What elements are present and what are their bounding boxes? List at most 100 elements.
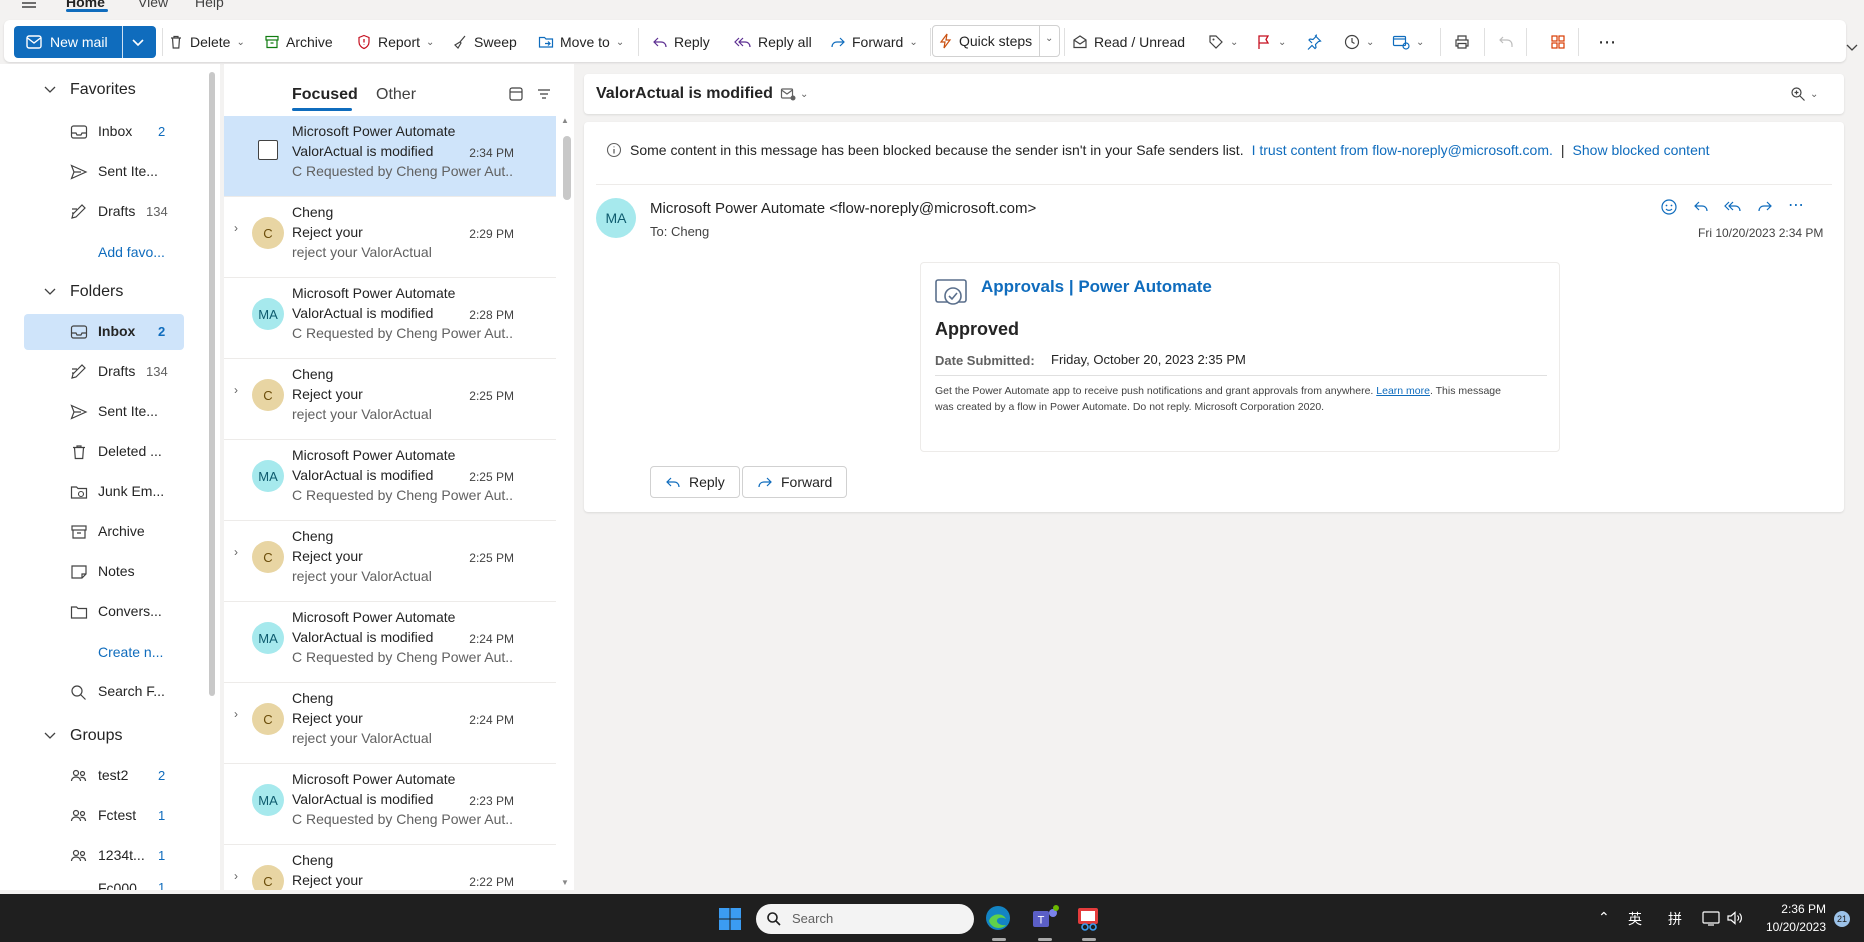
ime-english-indicator[interactable]: 英 xyxy=(1628,909,1642,929)
chevron-down-icon[interactable]: ⌄ xyxy=(1416,37,1424,48)
ribbon-collapse-icon[interactable] xyxy=(1846,42,1858,52)
tab-other[interactable]: Other xyxy=(376,86,416,104)
reply-all-icon[interactable] xyxy=(1724,198,1742,216)
pin-button[interactable] xyxy=(1306,26,1322,58)
folder-junk[interactable]: Junk Em... xyxy=(24,474,184,510)
forward-button[interactable]: Forward ⌄ xyxy=(830,26,918,58)
windows-start-icon[interactable] xyxy=(718,907,742,931)
more-actions-icon[interactable]: ⋯ xyxy=(1788,198,1804,216)
snipping-tool-icon[interactable] xyxy=(1076,904,1102,932)
folder-notes[interactable]: Notes xyxy=(24,554,184,590)
group-test2[interactable]: test2 2 xyxy=(24,758,184,794)
folder-conversation-history[interactable]: Convers... xyxy=(24,594,184,630)
scroll-up-icon[interactable]: ▲ xyxy=(561,116,569,125)
archive-button[interactable]: Archive xyxy=(264,26,333,58)
sweep-button[interactable]: Sweep xyxy=(452,26,517,58)
tab-view[interactable]: View xyxy=(138,0,168,10)
message-row[interactable]: C › Cheng Reject your 2:25 PM reject your Val… xyxy=(224,521,556,602)
chevron-down-icon[interactable]: ⌄ xyxy=(616,37,624,48)
folder-drafts[interactable]: Drafts 134 xyxy=(24,354,184,390)
message-row[interactable]: MA Microsoft Power Automate ValorActual is… xyxy=(224,278,556,359)
sender-name[interactable]: Microsoft Power Automate <flow-noreply@m… xyxy=(650,200,1036,217)
show-blocked-content-link[interactable]: Show blocked content xyxy=(1573,142,1710,158)
clock-date[interactable]: 10/20/2023 xyxy=(1760,920,1826,934)
reply-all-button[interactable]: Reply all xyxy=(734,26,812,58)
apps-button[interactable] xyxy=(1550,26,1566,58)
print-button[interactable] xyxy=(1454,26,1470,58)
add-favorite-link[interactable]: Add favo... xyxy=(98,244,165,260)
chevron-down-icon[interactable] xyxy=(44,730,56,740)
favorite-inbox[interactable]: Inbox 2 xyxy=(24,114,184,150)
message-list-scrollbar-track[interactable]: ▲ ▼ xyxy=(558,116,574,890)
learn-more-link[interactable]: Learn more xyxy=(1376,385,1430,397)
chevron-down-icon[interactable] xyxy=(44,84,56,94)
zoom-button[interactable]: ⌄ xyxy=(1790,86,1818,102)
teams-icon[interactable]: T xyxy=(1030,904,1060,932)
sender-avatar[interactable]: MA xyxy=(596,198,636,238)
more-options-icon[interactable]: ⋯ xyxy=(1598,26,1616,58)
group-1234t[interactable]: 1234t... 1 xyxy=(24,838,184,874)
delete-button[interactable]: Delete ⌄ xyxy=(168,26,245,58)
new-mail-button[interactable]: New mail xyxy=(14,26,156,58)
groups-header[interactable]: Groups xyxy=(70,727,122,745)
move-to-button[interactable]: Move to ⌄ xyxy=(538,26,624,58)
message-row[interactable]: MA Microsoft Power Automate ValorActual is… xyxy=(224,602,556,683)
create-folder-link[interactable]: Create n... xyxy=(98,644,163,660)
folder-inbox[interactable]: Inbox 2 xyxy=(24,314,184,350)
chevron-right-icon[interactable]: › xyxy=(234,383,238,397)
group-fc000[interactable]: Fc000... 1 xyxy=(24,878,184,890)
chevron-right-icon[interactable]: › xyxy=(234,869,238,883)
hamburger-menu-icon[interactable] xyxy=(20,0,38,12)
group-fctest[interactable]: Fctest 1 xyxy=(24,798,184,834)
message-row[interactable]: C › Cheng Reject your 2:24 PM reject your Val… xyxy=(224,683,556,764)
chevron-down-icon[interactable]: ⌄ xyxy=(1230,37,1238,48)
network-icon[interactable] xyxy=(1702,910,1720,926)
chevron-down-icon[interactable]: ⌄ xyxy=(1278,37,1286,48)
folder-pane-scrollbar[interactable] xyxy=(209,72,215,696)
report-button[interactable]: Report ⌄ xyxy=(356,26,434,58)
conversation-options-button[interactable]: ⌄ xyxy=(780,86,808,102)
read-unread-button[interactable]: Read / Unread xyxy=(1072,26,1185,58)
folders-header[interactable]: Folders xyxy=(70,283,123,301)
chevron-down-icon[interactable]: ⌄ xyxy=(426,37,434,48)
card-title[interactable]: Approvals | Power Automate xyxy=(981,277,1212,297)
message-row[interactable]: C › Cheng Reject your 2:25 PM reject your Val… xyxy=(224,359,556,440)
chevron-down-icon[interactable]: ⌄ xyxy=(1045,33,1053,44)
search-folders[interactable]: Search F... xyxy=(24,674,184,710)
flag-button[interactable]: ⌄ xyxy=(1256,26,1286,58)
folder-archive[interactable]: Archive xyxy=(24,514,184,550)
chevron-down-icon[interactable]: ⌄ xyxy=(909,37,917,48)
snooze-button[interactable]: ⌄ xyxy=(1344,26,1374,58)
volume-icon[interactable] xyxy=(1726,910,1744,926)
forward-button-bottom[interactable]: Forward xyxy=(742,466,848,498)
undo-button[interactable] xyxy=(1498,26,1514,58)
chevron-down-icon[interactable] xyxy=(132,37,144,47)
edge-browser-icon[interactable] xyxy=(984,904,1012,932)
message-list-scrollbar[interactable] xyxy=(563,136,571,200)
show-hidden-icons[interactable]: ⌃ xyxy=(1598,909,1610,926)
tab-help[interactable]: Help xyxy=(195,0,224,10)
chevron-down-icon[interactable]: ⌄ xyxy=(236,37,244,48)
chevron-right-icon[interactable]: › xyxy=(234,221,238,235)
message-row[interactable]: MA Microsoft Power Automate ValorActual is… xyxy=(224,440,556,521)
message-row[interactable]: C › Cheng Reject your 2:29 PM reject your Val… xyxy=(224,197,556,278)
message-row[interactable]: C › Cheng Reject your 2:22 PM xyxy=(224,845,556,890)
scroll-down-icon[interactable]: ▼ xyxy=(561,878,569,887)
ime-pinyin-indicator[interactable]: 拼 xyxy=(1668,909,1682,929)
chevron-down-icon[interactable] xyxy=(44,286,56,296)
chevron-right-icon[interactable]: › xyxy=(234,545,238,559)
reply-icon[interactable] xyxy=(1692,198,1710,216)
notification-badge[interactable]: 21 xyxy=(1834,911,1850,927)
message-row[interactable]: MA Microsoft Power Automate ValorActual is… xyxy=(224,764,556,845)
chevron-down-icon[interactable]: ⌄ xyxy=(1366,37,1374,48)
filter-icon[interactable] xyxy=(536,86,552,102)
tag-button[interactable]: ⌄ xyxy=(1208,26,1238,58)
folder-deleted[interactable]: Deleted ... xyxy=(24,434,184,470)
reply-button[interactable]: Reply xyxy=(652,26,710,58)
message-row[interactable]: Microsoft Power Automate ValorActual is m… xyxy=(224,116,556,197)
favorites-header[interactable]: Favorites xyxy=(70,81,136,99)
quick-steps-button[interactable]: Quick steps ⌄ xyxy=(932,25,1060,57)
favorite-drafts[interactable]: Drafts 134 xyxy=(24,194,184,230)
clock-time[interactable]: 2:36 PM xyxy=(1760,902,1826,916)
reply-button-bottom[interactable]: Reply xyxy=(650,466,740,498)
